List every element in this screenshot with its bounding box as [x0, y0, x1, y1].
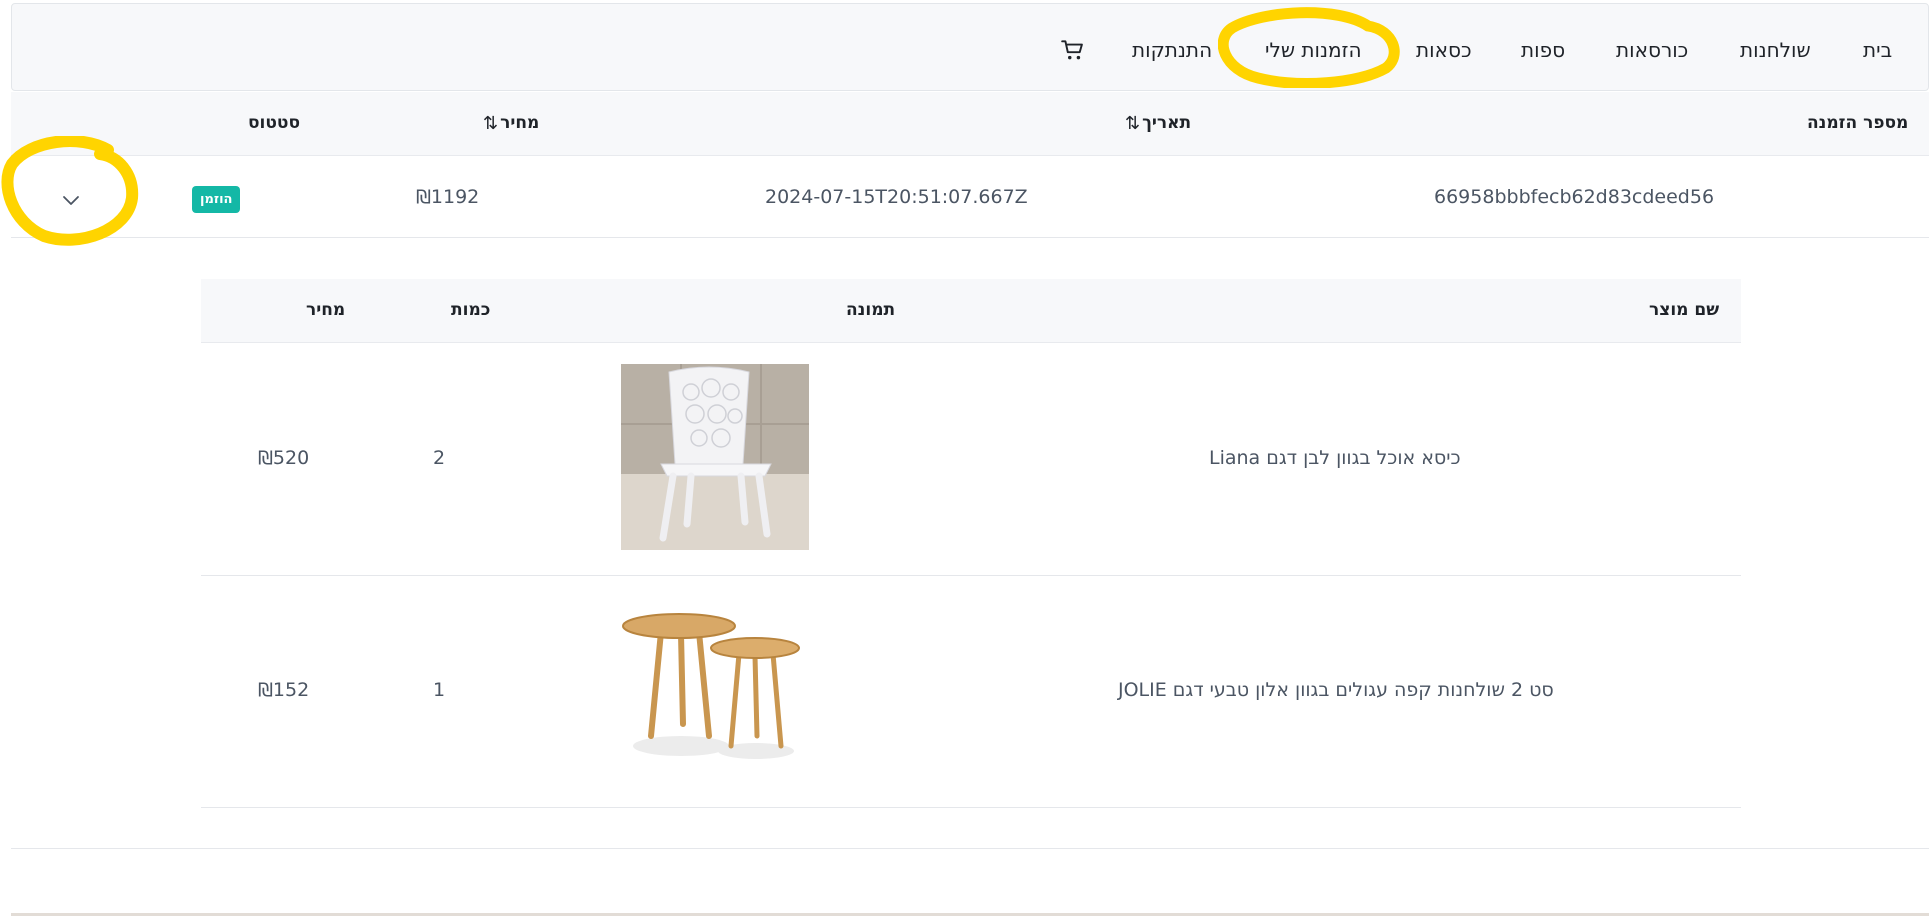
white-chair-image	[621, 364, 809, 550]
status-badge: הוזמן	[192, 186, 241, 213]
product-name: JOLIE סט 2 שולחנות קפה עגולים בגוון אלון…	[1118, 679, 1554, 701]
header-date-label: תאריך	[1142, 113, 1192, 133]
order-price: ₪1192	[416, 186, 480, 208]
nav-home[interactable]: בית	[1863, 38, 1892, 62]
header-price[interactable]: ⇅ מחיר	[483, 113, 539, 134]
coffee-tables-image	[621, 596, 809, 782]
item-quantity: 2	[433, 447, 446, 469]
product-name: Liana כיסא אוכל בגוון לבן דגם	[1209, 447, 1461, 469]
item-row: Liana כיסא אוכל בגוון לבן דגם 2 ₪520	[201, 344, 1741, 576]
item-price: ₪520	[258, 447, 310, 469]
header-quantity: כמות	[451, 300, 491, 320]
order-row[interactable]: 66958bbbfecb62d83cdeed56 2024-07-15T20:5…	[11, 157, 1929, 238]
order-date: 2024-07-15T20:51:07.667Z	[765, 186, 1028, 208]
item-quantity: 1	[433, 679, 446, 701]
nav-my-orders[interactable]: הזמנות שלי	[1265, 38, 1362, 62]
header-price-label: מחיר	[500, 113, 540, 133]
chevron-down-icon[interactable]	[59, 188, 83, 212]
orders-table-header: מספר הזמנה ⇅ תאריך ⇅ מחיר סטטוס	[11, 92, 1929, 156]
sort-icon: ⇅	[483, 113, 499, 134]
header-date[interactable]: ⇅ תאריך	[1125, 113, 1191, 134]
top-navbar: בית שולחנות כורסאות ספות כסאות הזמנות של…	[11, 3, 1929, 91]
header-product-name: שם מוצר	[1649, 300, 1720, 320]
nav-chairs[interactable]: כסאות	[1416, 38, 1472, 62]
header-status: סטטוס	[248, 113, 301, 133]
item-row: JOLIE סט 2 שולחנות קפה עגולים בגוון אלון…	[201, 576, 1741, 808]
header-item-price: מחיר	[306, 300, 346, 320]
items-table-header: שם מוצר תמונה כמות מחיר	[201, 279, 1741, 343]
sort-icon: ⇅	[1125, 113, 1141, 134]
nav-tables[interactable]: שולחנות	[1740, 38, 1811, 62]
nav-armchairs[interactable]: כורסאות	[1616, 38, 1688, 62]
nav-logout[interactable]: התנתקות	[1132, 38, 1212, 62]
header-order-number: מספר הזמנה	[1807, 113, 1909, 133]
item-price: ₪152	[258, 679, 310, 701]
order-number: 66958bbbfecb62d83cdeed56	[1434, 186, 1715, 208]
header-image: תמונה	[846, 300, 896, 320]
nav-sofas[interactable]: ספות	[1521, 38, 1565, 62]
divider	[11, 848, 1929, 849]
shopping-cart-icon[interactable]	[1060, 37, 1086, 63]
divider	[11, 913, 1929, 916]
